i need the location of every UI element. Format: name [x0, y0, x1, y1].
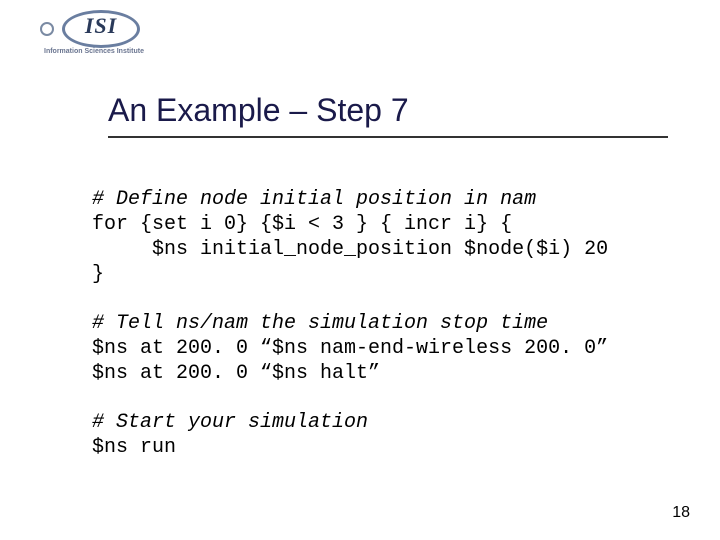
code-comment: # Start your simulation	[92, 411, 368, 434]
code-line: $ns run	[92, 436, 176, 459]
page-number: 18	[672, 504, 690, 522]
code-line: $ns at 200. 0 “$ns nam-end-wireless 200.…	[92, 337, 608, 360]
code-line: }	[92, 263, 104, 286]
code-comment: # Define node initial position in nam	[92, 188, 536, 211]
code-block-3: # Start your simulation $ns run	[92, 410, 692, 460]
title-divider	[108, 136, 668, 138]
code-comment: # Tell ns/nam the simulation stop time	[92, 312, 548, 335]
code-line: for {set i 0} {$i < 3 } { incr i} {	[92, 213, 512, 236]
code-block-1: # Define node initial position in nam fo…	[92, 187, 692, 287]
logo-mark: ISI	[62, 10, 140, 48]
bullet-icon	[40, 22, 54, 36]
logo-acronym: ISI	[62, 13, 140, 39]
isi-logo: ISI	[40, 10, 140, 48]
slide-title: An Example – Step 7	[108, 92, 409, 129]
code-block-2: # Tell ns/nam the simulation stop time $…	[92, 311, 692, 386]
code-line: $ns initial_node_position $node($i) 20	[92, 238, 608, 261]
logo-subtitle: Information Sciences Institute	[44, 48, 144, 55]
code-body: # Define node initial position in nam fo…	[92, 162, 692, 484]
code-line: $ns at 200. 0 “$ns halt”	[92, 362, 380, 385]
